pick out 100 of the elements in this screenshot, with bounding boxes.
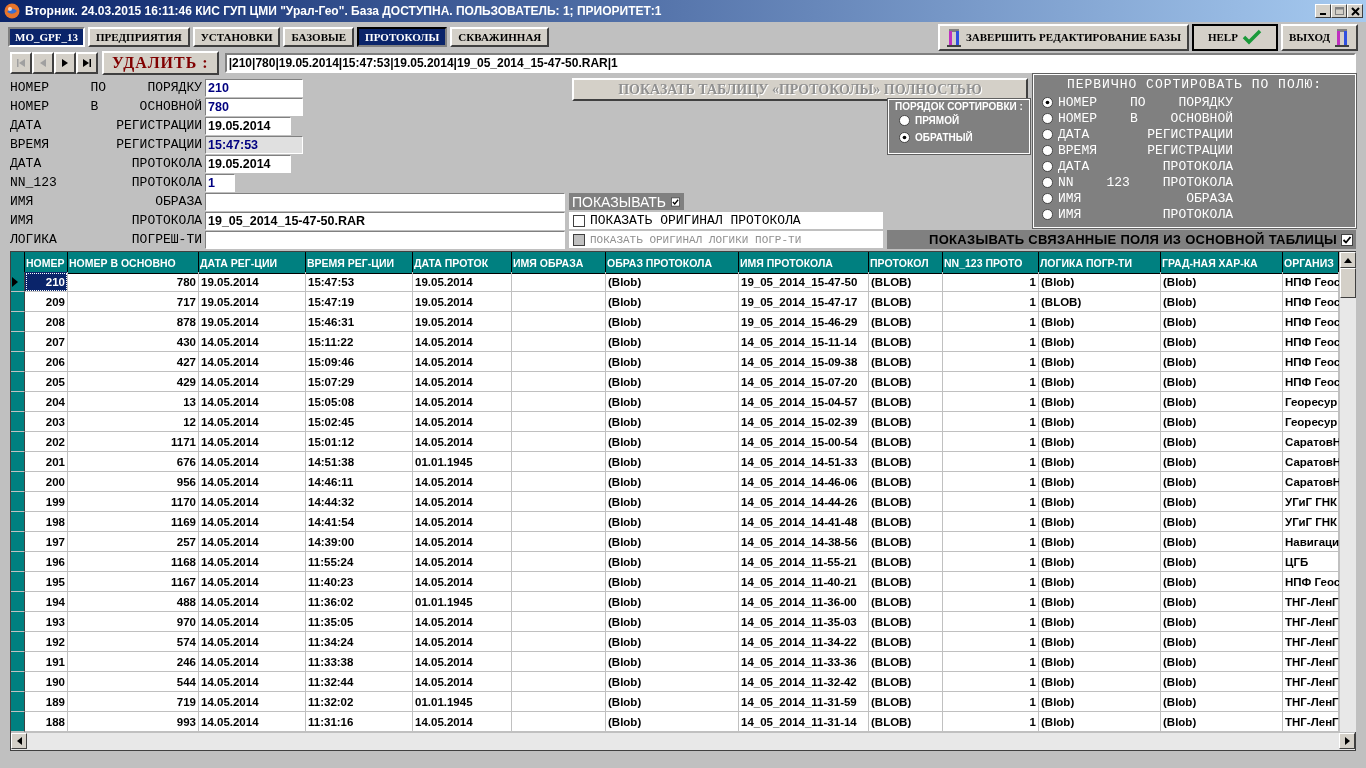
column-header[interactable]: ДАТА ПРОТОК [413,252,512,274]
row-indicator[interactable] [11,492,25,512]
row-indicator[interactable] [11,652,25,672]
column-header[interactable]: ИМЯ ПРОТОКОЛА [739,252,869,274]
table-cell: (BLOB) [869,392,943,412]
row-indicator[interactable] [11,352,25,372]
horizontal-scrollbar[interactable] [11,732,1355,750]
radio-button[interactable] [899,115,910,126]
radio-button[interactable] [1042,192,1053,204]
last-record-button[interactable] [76,52,98,74]
row-indicator[interactable] [11,512,25,532]
vertical-scrollbar[interactable] [1339,252,1356,732]
tab[interactable]: УСТАНОВКИ [192,27,281,47]
input-field[interactable]: 15:47:53 [205,135,303,154]
radio-button[interactable] [1042,128,1053,140]
checkbox[interactable] [1341,233,1353,246]
input-field[interactable]: 19.05.2014 [205,154,291,173]
table-cell: 14_05_2014_11-33-36 [739,652,869,672]
next-record-button[interactable] [54,52,76,74]
table-cell: (Blob) [1161,432,1283,452]
tab[interactable]: БАЗОВЫЕ [283,27,355,47]
row-indicator[interactable] [11,392,25,412]
table-cell: (Blob) [1039,492,1161,512]
radio-button[interactable] [1042,144,1053,156]
table-cell: 1 [943,652,1039,672]
row-indicator[interactable] [11,552,25,572]
minimize-icon [1320,13,1326,15]
column-header[interactable]: ОБРАЗ ПРОТОКОЛА [606,252,739,274]
delete-button[interactable]: УДАЛИТЬ : [102,51,219,75]
column-header[interactable]: ВРЕМЯ РЕГ-ЦИИ [306,252,413,274]
table-cell: (BLOB) [869,472,943,492]
radio-button[interactable] [1042,208,1053,220]
input-field[interactable] [205,192,565,211]
column-header[interactable]: NN_123 ПРОТО [943,252,1039,274]
field-label: ИМЯ ПРОТОКОЛА [10,212,203,230]
row-indicator[interactable] [11,412,25,432]
exit-button[interactable]: ВЫХОД [1280,23,1358,51]
input-field[interactable]: 780 [205,97,303,116]
record-field[interactable]: |210|780|19.05.2014|15:47:53|19.05.2014|19_05_2014_15-47-50.RAR|1 [224,53,1356,73]
checkbox[interactable] [671,195,680,208]
column-header[interactable]: ЛОГИКА ПОГР-ТИ [1039,252,1161,274]
scroll-right-button[interactable] [1339,733,1355,749]
row-indicator[interactable] [11,452,25,472]
row-indicator[interactable] [11,472,25,492]
input-field[interactable] [205,230,565,249]
checkbox[interactable] [573,214,585,227]
table-cell: 14:41:54 [306,512,413,532]
table-cell: 1 [943,492,1039,512]
maximize-button[interactable] [1331,4,1347,18]
input-field[interactable]: 19_05_2014_15-47-50.RAR [205,211,565,230]
scroll-thumb[interactable] [1340,268,1356,298]
column-header[interactable]: ДАТА РЕГ-ЦИИ [199,252,306,274]
row-indicator[interactable] [11,272,25,292]
scroll-up-button[interactable] [1340,252,1356,268]
column-header[interactable]: ОРГАНИЗ [1283,252,1339,274]
scroll-left-button[interactable] [11,733,27,749]
table-cell: 209 [25,292,68,312]
row-indicator[interactable] [11,692,25,712]
row-indicator[interactable] [11,632,25,652]
row-indicator[interactable] [11,672,25,692]
input-field[interactable]: 19.05.2014 [205,116,291,135]
radio-button[interactable] [1042,160,1053,172]
row-indicator[interactable] [11,572,25,592]
tab[interactable]: ПРЕДПРИЯТИЯ [87,27,190,47]
row-indicator[interactable] [11,592,25,612]
radio-button[interactable] [1042,176,1053,188]
column-header[interactable]: ГРАД-НАЯ ХАР-КА [1161,252,1283,274]
column-header[interactable]: НОМЕР [25,252,68,274]
column-header[interactable]: НОМЕР В ОСНОВНО [68,252,199,274]
table-cell: 1 [943,312,1039,332]
checkbox-label: ПОКАЗАТЬ ОРИГИНАЛ ЛОГИКИ ПОГР-ТИ [590,233,802,246]
row-indicator[interactable] [11,292,25,312]
table-cell: 780 [68,272,199,292]
table-cell: 14_05_2014_15-04-57 [739,392,869,412]
help-button[interactable]: HELP [1191,23,1278,51]
row-indicator[interactable] [11,372,25,392]
column-header[interactable]: ПРОТОКОЛ [869,252,943,274]
table-cell: (Blob) [606,472,739,492]
row-indicator[interactable] [11,432,25,452]
minimize-button[interactable] [1315,4,1331,18]
field-label: ВРЕМЯ РЕГИСТРАЦИИ [10,136,203,154]
table-cell: 14.05.2014 [413,612,512,632]
input-field[interactable]: 210 [205,78,303,97]
row-indicator[interactable] [11,532,25,552]
input-field[interactable]: 1 [205,173,235,192]
radio-button[interactable] [1042,112,1053,124]
tab[interactable]: ПРОТОКОЛЫ [357,27,448,47]
column-header[interactable]: ИМЯ ОБРАЗА [512,252,606,274]
tab[interactable]: СКВАЖИННАЯ [450,27,550,47]
row-indicator[interactable] [11,332,25,352]
radio-button[interactable] [1042,96,1053,108]
close-button[interactable] [1347,4,1363,18]
row-indicator[interactable] [11,712,25,732]
finish-editing-button[interactable]: ЗАВЕРШИТЬ РЕДАКТИРОВАНИЕ БАЗЫ [937,23,1189,51]
table-cell: 14.05.2014 [199,472,306,492]
row-indicator[interactable] [11,312,25,332]
row-indicator[interactable] [11,612,25,632]
table-cell: 11:32:02 [306,692,413,712]
checkbox-label: ПОКАЗАТЬ ОРИГИНАЛ ПРОТОКОЛА [590,213,801,228]
radio-button[interactable] [899,132,910,143]
